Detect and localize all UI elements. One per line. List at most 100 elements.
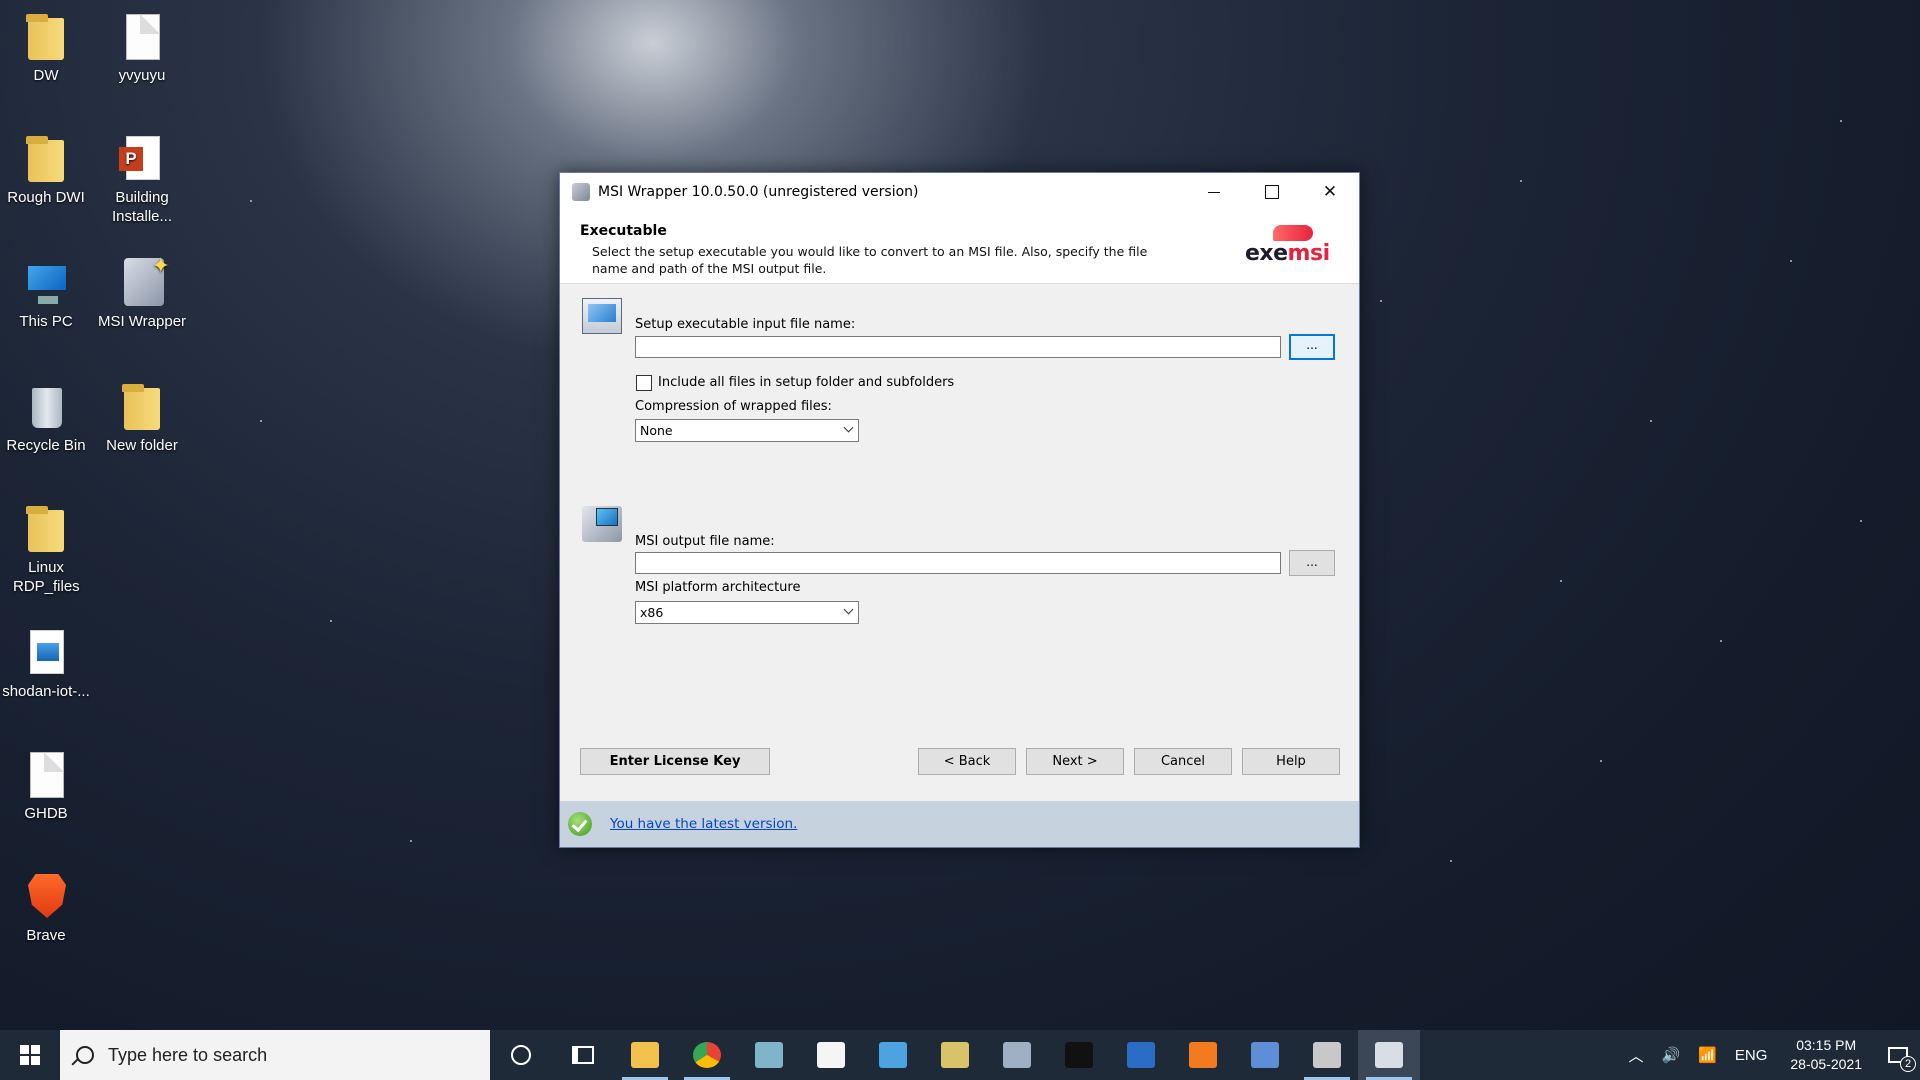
system-tray: ︿ 🔊 📶 ENG 03:15 PM 28-05-2021 2 — [1619, 1030, 1920, 1080]
maximize-button[interactable] — [1243, 173, 1301, 211]
desktop-icon-label: Building Installe... — [111, 189, 173, 225]
latest-version-link[interactable]: You have the latest version. — [610, 816, 797, 832]
desktop-icon-label: shodan-iot-... — [2, 683, 90, 700]
desktop-icon-label: MSI Wrapper — [97, 313, 187, 330]
back-button[interactable]: < Back — [918, 748, 1016, 775]
desktop-icon-label: Recycle Bin — [6, 437, 86, 454]
desktop-icon-label: Rough DWI — [7, 189, 85, 206]
desktop-icon-this-pc[interactable]: This PC — [0, 256, 92, 331]
cancel-button[interactable]: Cancel — [1134, 748, 1232, 775]
include-files-label: Include all files in setup folder and su… — [658, 375, 955, 390]
msi-output-label: MSI output file name: — [635, 534, 775, 549]
msi-output-field[interactable] — [635, 552, 1281, 574]
taskbar-app-control-panel[interactable] — [862, 1030, 924, 1080]
msi-wrapper-icon — [572, 183, 590, 201]
taskbar-app-python[interactable] — [924, 1030, 986, 1080]
taskbar-app-app-cube[interactable] — [738, 1030, 800, 1080]
task-view-button[interactable] — [552, 1030, 614, 1080]
taskbar-app-terminal[interactable] — [1048, 1030, 1110, 1080]
cortana-button[interactable] — [490, 1030, 552, 1080]
folder-icon — [22, 502, 70, 554]
taskbar-app-document[interactable] — [800, 1030, 862, 1080]
wizard-header: Executable Select the setup executable y… — [560, 211, 1359, 283]
desktop-icon-label: DW — [33, 67, 59, 84]
clock[interactable]: 03:15 PM 28-05-2021 — [1790, 1036, 1862, 1074]
task-view-icon — [572, 1046, 594, 1064]
xampp-icon — [1189, 1042, 1217, 1068]
desktop-icon-recycle-bin[interactable]: Recycle Bin — [0, 380, 92, 455]
search-placeholder: Type here to search — [108, 1044, 268, 1065]
setup-input-field[interactable] — [635, 336, 1281, 358]
taskbar: Type here to search ︿ 🔊 📶 ENG 03:15 PM 2… — [0, 1030, 1920, 1080]
enter-license-key-button[interactable]: Enter License Key — [580, 748, 770, 775]
volume-icon[interactable]: 🔊 — [1661, 1046, 1680, 1064]
desktop-icon-ghdb[interactable]: GHDB — [0, 748, 92, 823]
desktop-icon-rough-dwi[interactable]: Rough DWI — [0, 132, 92, 207]
taskbar-app-virtualbox[interactable] — [1234, 1030, 1296, 1080]
page-title: Executable — [580, 223, 667, 239]
title-bar[interactable]: MSI Wrapper 10.0.50.0 (unregistered vers… — [560, 173, 1359, 211]
status-bar: You have the latest version. — [560, 801, 1359, 847]
desktop-icon-dw[interactable]: DW — [0, 10, 92, 85]
executable-icon — [582, 298, 622, 334]
language-indicator[interactable]: ENG — [1735, 1047, 1768, 1064]
settings-icon — [1313, 1042, 1341, 1068]
taskbar-app-chrome[interactable] — [676, 1030, 738, 1080]
folder-icon — [22, 132, 70, 184]
taskbar-app-performance-monitor[interactable] — [986, 1030, 1048, 1080]
chevron-down-icon — [843, 422, 854, 433]
compression-select[interactable]: None — [635, 419, 859, 442]
file-explorer-icon — [631, 1042, 659, 1068]
page-description: Select the setup executable you would li… — [592, 244, 1148, 276]
msi-package-icon — [582, 506, 622, 542]
wifi-icon[interactable]: 📶 — [1698, 1046, 1717, 1064]
desktop-icon-new-folder[interactable]: New folder — [96, 380, 188, 455]
desktop-icon-yvyuyu[interactable]: yvyuyu — [96, 10, 188, 85]
setup-input-label: Setup executable input file name: — [635, 317, 856, 332]
desktop-icon-linux-rdp-files[interactable]: Linux RDP_files — [0, 502, 92, 596]
desktop-icon-label: GHDB — [24, 805, 68, 822]
setup-browse-button[interactable]: ... — [1289, 334, 1335, 360]
msi-wrapper-icon — [118, 256, 170, 308]
include-files-checkbox[interactable] — [636, 375, 652, 391]
document-icon — [118, 10, 166, 62]
taskbar-app-file-explorer[interactable] — [614, 1030, 676, 1080]
help-button[interactable]: Help — [1242, 748, 1340, 775]
chevron-up-icon[interactable]: ︿ — [1628, 1045, 1643, 1066]
desktop-icon-label: yvyuyu — [118, 67, 166, 84]
taskbar-app-msi-wrapper[interactable] — [1358, 1030, 1420, 1080]
notification-center-button[interactable]: 2 — [1876, 1030, 1920, 1080]
taskbar-app-settings[interactable] — [1296, 1030, 1358, 1080]
msi-browse-button[interactable]: ... — [1289, 550, 1335, 576]
taskbar-app-powershell[interactable] — [1110, 1030, 1172, 1080]
desktop-icon-shodan-iot[interactable]: shodan-iot-... — [0, 626, 92, 701]
wizard-content: Setup executable input file name: ... In… — [560, 283, 1359, 801]
next-button[interactable]: Next > — [1026, 748, 1124, 775]
taskbar-app-xampp[interactable] — [1172, 1030, 1234, 1080]
close-button[interactable] — [1301, 173, 1359, 211]
architecture-select[interactable]: x86 — [635, 601, 859, 624]
cortana-icon — [511, 1045, 531, 1065]
taskbar-search[interactable]: Type here to search — [60, 1030, 490, 1080]
desktop-icon-building-installer[interactable]: Building Installe... — [96, 132, 188, 226]
clock-time: 03:15 PM — [1796, 1037, 1857, 1053]
desktop-icon-label: Linux RDP_files — [13, 559, 80, 595]
desktop-icon-msi-wrapper[interactable]: MSI Wrapper — [96, 256, 188, 331]
architecture-selected: x86 — [640, 605, 664, 620]
image-icon — [22, 626, 70, 678]
compression-selected: None — [640, 423, 673, 438]
folder-icon — [118, 380, 166, 432]
minimize-button[interactable] — [1185, 173, 1243, 211]
terminal-icon — [1065, 1042, 1093, 1068]
chevron-down-icon — [843, 604, 854, 615]
desktop-icon-label: Brave — [26, 927, 66, 944]
architecture-label: MSI platform architecture — [635, 580, 801, 595]
start-button[interactable] — [0, 1030, 60, 1080]
logo-exe: exe — [1245, 241, 1288, 266]
desktop-icon-label: New folder — [106, 437, 178, 454]
app-cube-icon — [755, 1042, 783, 1068]
desktop-icon-brave[interactable]: Brave — [0, 870, 92, 945]
msi-wrapper-icon — [1375, 1042, 1403, 1068]
notification-count: 2 — [1900, 1056, 1916, 1072]
exemsi-logo: exemsi — [1245, 225, 1341, 269]
